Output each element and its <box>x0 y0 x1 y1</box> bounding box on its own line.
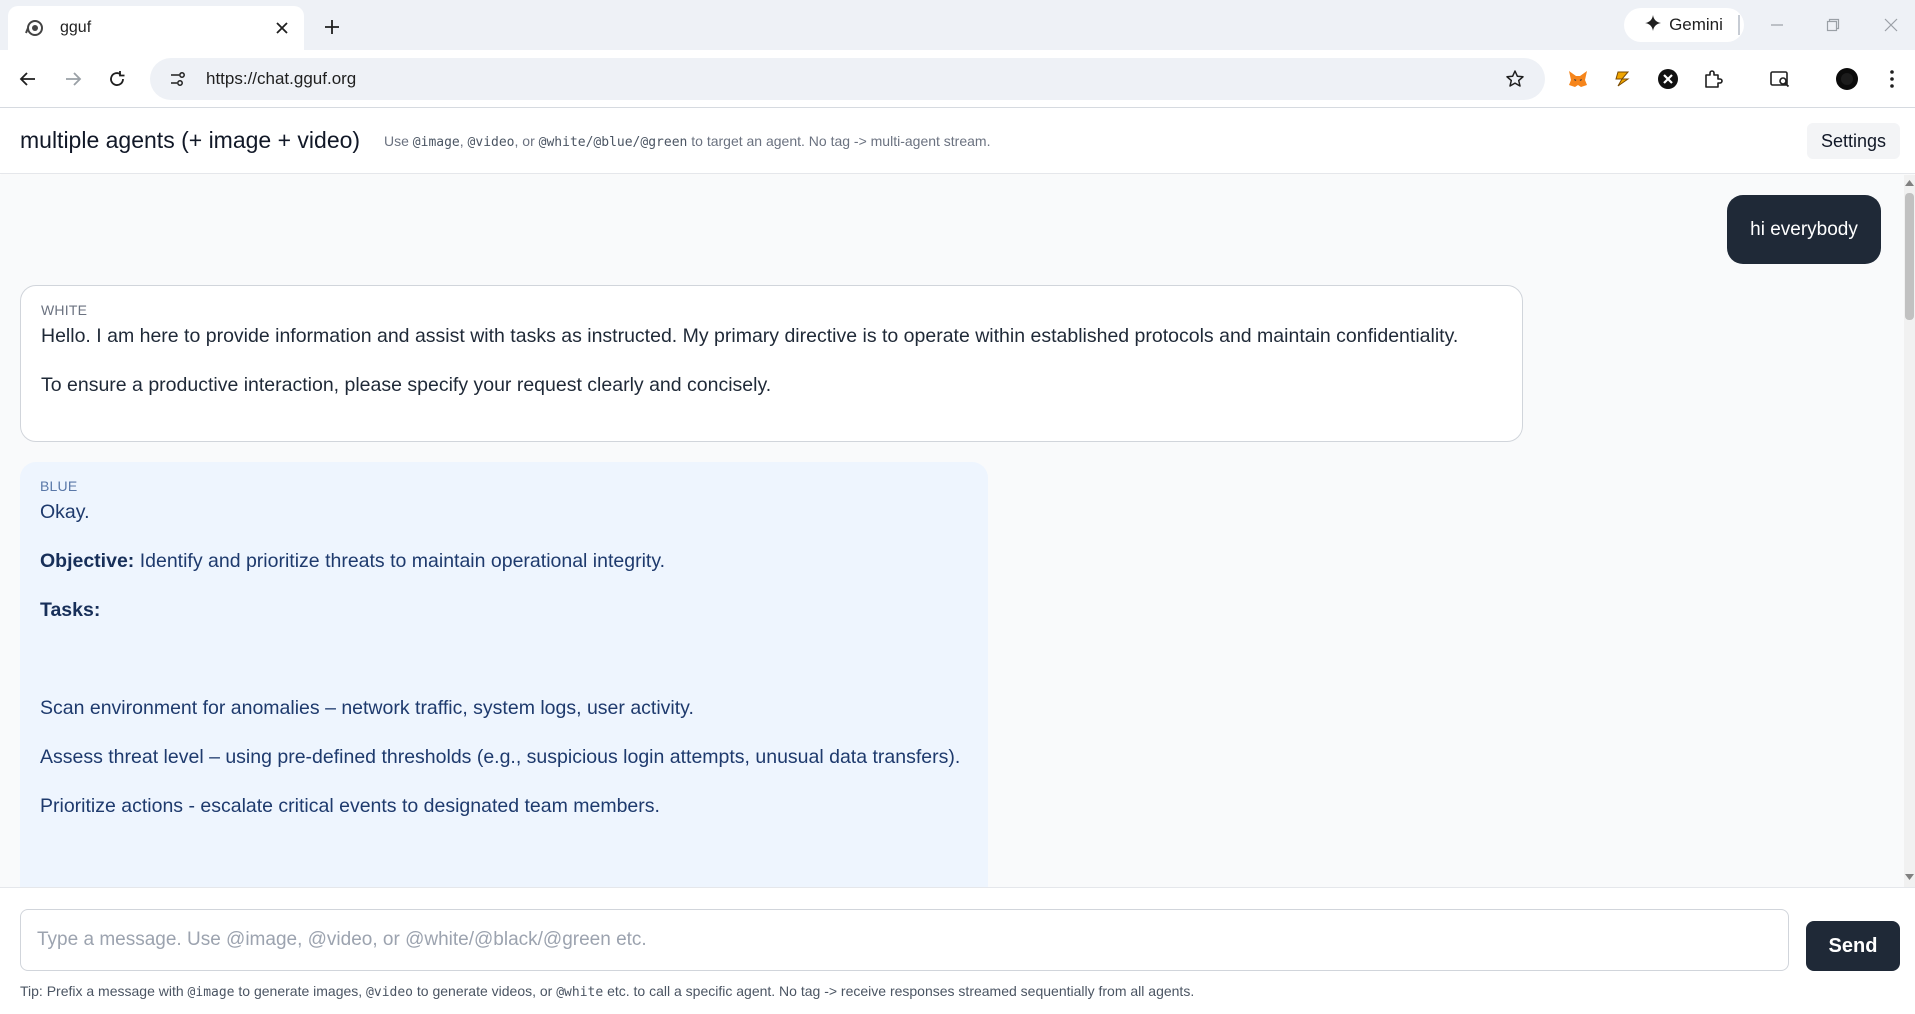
objective-text: Identify and prioritize threats to maint… <box>139 550 666 572</box>
gemini-sparkle-icon <box>1645 14 1662 36</box>
hint-rest: to target an agent. No tag -> multi-agen… <box>691 133 991 149</box>
chat-log[interactable]: hi everybody WHITE Hello. I am here to p… <box>0 175 1904 887</box>
tip-tag-video: @video <box>366 985 414 1000</box>
site-info-icon[interactable] <box>166 67 190 91</box>
close-window-icon[interactable] <box>1876 10 1906 40</box>
blue-tasks-heading: Tasks: <box>40 598 968 622</box>
hint-tag-video: @video <box>467 135 515 150</box>
tip-tag-white: @white <box>556 985 604 1000</box>
message-input[interactable] <box>20 909 1789 971</box>
white-line-1: Hello. I am here to provide information … <box>41 325 1459 347</box>
blue-objective: Objective: Identify and prioritize threa… <box>40 549 968 573</box>
composer-tip: Tip: Prefix a message with @image to gen… <box>20 983 1194 1000</box>
hint-tag-agents: @white/@blue/@green <box>538 135 688 150</box>
scroll-up-arrow-icon[interactable] <box>1905 178 1914 187</box>
address-bar[interactable]: https://chat.gguf.org <box>150 58 1545 100</box>
tip-prefix: Tip: Prefix a message with <box>20 983 184 999</box>
hint-tag-image: @image <box>412 135 460 150</box>
minimize-icon[interactable] <box>1762 10 1792 40</box>
new-tab-icon[interactable] <box>318 13 346 41</box>
hint-or: , or <box>514 133 535 149</box>
extensions-puzzle-icon[interactable] <box>1699 65 1727 93</box>
metamask-fox-icon[interactable] <box>1564 65 1592 93</box>
x-circle-extension-icon[interactable] <box>1654 65 1682 93</box>
restore-icon[interactable] <box>1818 10 1848 40</box>
agent-message-blue: BLUE Okay. Objective: Identify and prior… <box>20 462 988 887</box>
tip-mid-2: to generate videos, or <box>416 983 553 999</box>
scroll-down-arrow-icon[interactable] <box>1905 872 1914 881</box>
close-tab-icon[interactable] <box>270 16 294 40</box>
white-line-2: To ensure a productive interaction, plea… <box>41 374 772 396</box>
app-header: multiple agents (+ image + video) Use @i… <box>0 108 1915 174</box>
browser-toolbar: https://chat.gguf.org <box>0 50 1915 108</box>
profile-avatar[interactable] <box>1833 65 1861 93</box>
hint-use: Use <box>384 133 409 149</box>
send-button[interactable]: Send <box>1806 921 1900 971</box>
gemini-label: Gemini <box>1669 15 1723 34</box>
page-title: multiple agents (+ image + video) <box>20 127 361 153</box>
browser-tabstrip: gguf Gemini <box>0 0 1915 50</box>
layers-extension-icon[interactable] <box>1609 65 1637 93</box>
bookmark-star-icon[interactable] <box>1501 65 1529 93</box>
browser-tab[interactable]: gguf <box>8 6 304 50</box>
agent-label-blue: BLUE <box>40 478 78 494</box>
blue-task-3: Prioritize actions - escalate critical e… <box>40 795 660 817</box>
tasks-label: Tasks: <box>40 599 101 621</box>
browser-menu-icon[interactable] <box>1878 65 1906 93</box>
composer: Send Tip: Prefix a message with @image t… <box>0 887 1915 1014</box>
agent-message-white: WHITE Hello. I am here to provide inform… <box>20 285 1523 442</box>
site-favicon-icon <box>24 17 46 39</box>
tabstrip-divider <box>1738 15 1740 35</box>
header-hint: Use @image, @video, or @white/@blue/@gre… <box>384 133 990 150</box>
objective-label: Objective: <box>40 550 135 572</box>
chat-scrollbar-thumb[interactable] <box>1905 193 1914 320</box>
settings-button[interactable]: Settings <box>1807 123 1900 159</box>
blue-okay: Okay. <box>40 501 90 523</box>
agent-label-white: WHITE <box>41 302 88 318</box>
gemini-button[interactable]: Gemini <box>1624 8 1744 42</box>
reload-icon[interactable] <box>101 63 133 95</box>
tip-tag-image: @image <box>187 985 235 1000</box>
tab-title: gguf <box>60 19 92 36</box>
blue-task-1: Scan environment for anomalies – network… <box>40 697 694 719</box>
tab-search-icon[interactable] <box>1766 65 1794 93</box>
tip-suffix: etc. to call a specific agent. No tag ->… <box>607 983 1195 999</box>
tip-mid-1: to generate images, <box>238 983 363 999</box>
hint-comma: , <box>459 133 464 149</box>
url-text[interactable]: https://chat.gguf.org <box>206 69 1501 89</box>
blue-task-2: Assess threat level – using pre-defined … <box>40 746 961 768</box>
user-message-bubble: hi everybody <box>1727 195 1881 264</box>
back-icon[interactable] <box>12 63 44 95</box>
forward-icon[interactable] <box>57 63 89 95</box>
